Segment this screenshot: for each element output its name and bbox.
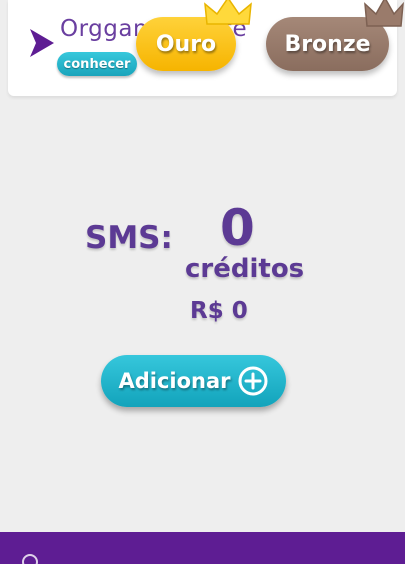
add-button-label: Adicionar: [118, 369, 231, 393]
credits-count: 0: [220, 199, 255, 257]
plus-circle-icon: [238, 366, 268, 396]
circle-icon: [22, 554, 38, 564]
credits-unit: créditos: [185, 254, 305, 284]
bronze-crown-icon: [364, 0, 404, 27]
bottom-nav-bar: [0, 532, 405, 564]
credits-price: R$ 0: [190, 298, 248, 324]
conhecer-button[interactable]: conhecer: [57, 52, 137, 76]
arrow-logo-icon: [30, 29, 54, 57]
gold-crown-icon: [204, 0, 252, 25]
plan-header-card: Orgganite conhecer Ouro Bronze: [8, 0, 404, 96]
add-credits-button[interactable]: Adicionar: [101, 355, 286, 407]
sms-label: SMS:: [85, 220, 173, 256]
